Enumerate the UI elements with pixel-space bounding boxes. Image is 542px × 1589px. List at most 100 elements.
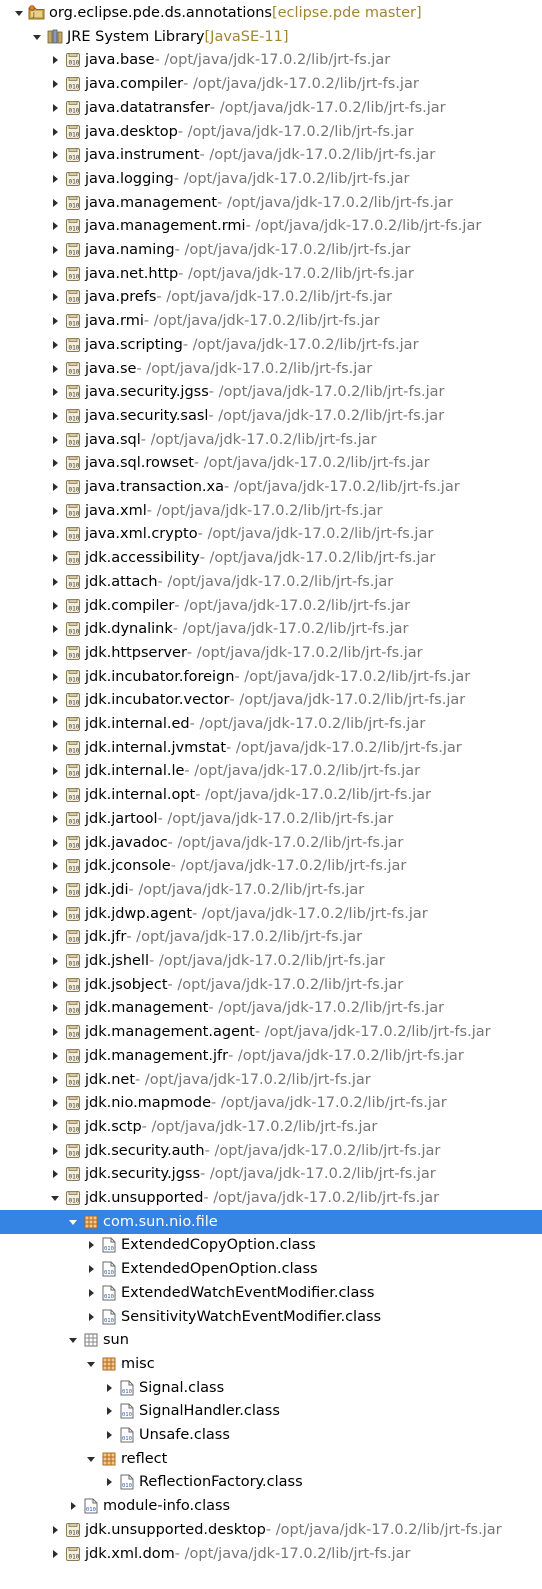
collapsed-twisty-icon[interactable] (49, 783, 61, 807)
collapsed-twisty-icon[interactable] (49, 1139, 61, 1163)
tree-node-java-instrument[interactable]: 010 java.instrument - /opt/java/jdk-17.0.… (0, 143, 542, 167)
collapsed-twisty-icon[interactable] (49, 878, 61, 902)
collapsed-twisty-icon[interactable] (49, 451, 61, 475)
tree-node-jdk-unsupported[interactable]: 010 jdk.unsupported - /opt/java/jdk-17.0.… (0, 1186, 542, 1210)
tree-node-jdk-internal-opt[interactable]: 010 jdk.internal.opt - /opt/java/jdk-17.0… (0, 783, 542, 807)
collapsed-twisty-icon[interactable] (49, 1542, 61, 1566)
collapsed-twisty-icon[interactable] (49, 831, 61, 855)
tree-node-jdk-unsupported-desktop[interactable]: 010 jdk.unsupported.desktop - /opt/java/j… (0, 1518, 542, 1542)
collapsed-twisty-icon[interactable] (49, 712, 61, 736)
tree-node-jdk-xml-dom[interactable]: 010 jdk.xml.dom - /opt/java/jdk-17.0.2/li… (0, 1542, 542, 1566)
collapsed-twisty-icon[interactable] (49, 1518, 61, 1542)
tree-node-java-datatransfer[interactable]: 010 java.datatransfer - /opt/java/jdk-17.… (0, 96, 542, 120)
collapsed-twisty-icon[interactable] (49, 1115, 61, 1139)
collapsed-twisty-icon[interactable] (103, 1423, 115, 1447)
tree-node-java-logging[interactable]: 010 java.logging - /opt/java/jdk-17.0.2/l… (0, 167, 542, 191)
collapsed-twisty-icon[interactable] (49, 167, 61, 191)
collapsed-twisty-icon[interactable] (49, 143, 61, 167)
collapsed-twisty-icon[interactable] (49, 759, 61, 783)
tree-node-java-desktop[interactable]: 010 java.desktop - /opt/java/jdk-17.0.2/l… (0, 120, 542, 144)
collapsed-twisty-icon[interactable] (85, 1281, 97, 1305)
tree-node-misc[interactable]: misc (0, 1352, 542, 1376)
collapsed-twisty-icon[interactable] (49, 570, 61, 594)
tree-node-java-sql-rowset[interactable]: 010 java.sql.rowset - /opt/java/jdk-17.0.… (0, 451, 542, 475)
tree-node-extendedopenoption-class[interactable]: 010 ExtendedOpenOption.class (0, 1257, 542, 1281)
collapsed-twisty-icon[interactable] (49, 854, 61, 878)
tree-node-jdk-attach[interactable]: 010 jdk.attach - /opt/java/jdk-17.0.2/lib… (0, 570, 542, 594)
tree-node-java-rmi[interactable]: 010 java.rmi - /opt/java/jdk-17.0.2/lib/j… (0, 309, 542, 333)
tree-node-sun[interactable]: sun (0, 1328, 542, 1352)
expanded-twisty-icon[interactable] (13, 1, 25, 25)
tree-node-jdk-internal-le[interactable]: 010 jdk.internal.le - /opt/java/jdk-17.0.… (0, 759, 542, 783)
tree-node-java-naming[interactable]: 010 java.naming - /opt/java/jdk-17.0.2/li… (0, 238, 542, 262)
collapsed-twisty-icon[interactable] (49, 1044, 61, 1068)
tree-node-jdk-httpserver[interactable]: 010 jdk.httpserver - /opt/java/jdk-17.0.2… (0, 641, 542, 665)
tree-node-java-xml[interactable]: 010 java.xml - /opt/java/jdk-17.0.2/lib/j… (0, 499, 542, 523)
tree-node-jdk-management-jfr[interactable]: 010 jdk.management.jfr - /opt/java/jdk-17… (0, 1044, 542, 1068)
collapsed-twisty-icon[interactable] (49, 688, 61, 712)
tree-node-java-transaction-xa[interactable]: 010 java.transaction.xa - /opt/java/jdk-1… (0, 475, 542, 499)
collapsed-twisty-icon[interactable] (49, 1068, 61, 1092)
tree-node-module-info-class[interactable]: 010 module-info.class (0, 1494, 542, 1518)
collapsed-twisty-icon[interactable] (49, 499, 61, 523)
tree-node-java-se[interactable]: 010 java.se - /opt/java/jdk-17.0.2/lib/jr… (0, 357, 542, 381)
tree-node-jdk-management[interactable]: 010 jdk.management - /opt/java/jdk-17.0.2… (0, 996, 542, 1020)
tree-node-org-eclipse-pde-ds-annotations[interactable]: Jorg.eclipse.pde.ds.annotations [eclipse… (0, 1, 542, 25)
collapsed-twisty-icon[interactable] (85, 1305, 97, 1329)
collapsed-twisty-icon[interactable] (49, 1091, 61, 1115)
tree-node-jdk-security-jgss[interactable]: 010 jdk.security.jgss - /opt/java/jdk-17.… (0, 1162, 542, 1186)
tree-node-jdk-accessibility[interactable]: 010 jdk.accessibility - /opt/java/jdk-17.… (0, 546, 542, 570)
collapsed-twisty-icon[interactable] (49, 214, 61, 238)
tree-node-java-net-http[interactable]: 010 java.net.http - /opt/java/jdk-17.0.2/… (0, 262, 542, 286)
collapsed-twisty-icon[interactable] (103, 1470, 115, 1494)
tree-node-reflectionfactory-class[interactable]: 010 ReflectionFactory.class (0, 1470, 542, 1494)
tree-node-jdk-jshell[interactable]: 010 jdk.jshell - /opt/java/jdk-17.0.2/lib… (0, 949, 542, 973)
tree-node-jdk-jfr[interactable]: 010 jdk.jfr - /opt/java/jdk-17.0.2/lib/jr… (0, 925, 542, 949)
tree-node-jdk-jconsole[interactable]: 010 jdk.jconsole - /opt/java/jdk-17.0.2/l… (0, 854, 542, 878)
collapsed-twisty-icon[interactable] (49, 380, 61, 404)
collapsed-twisty-icon[interactable] (49, 546, 61, 570)
tree-node-java-prefs[interactable]: 010 java.prefs - /opt/java/jdk-17.0.2/lib… (0, 285, 542, 309)
tree-node-java-sql[interactable]: 010 java.sql - /opt/java/jdk-17.0.2/lib/j… (0, 428, 542, 452)
collapsed-twisty-icon[interactable] (67, 1494, 79, 1518)
tree-node-jdk-dynalink[interactable]: 010 jdk.dynalink - /opt/java/jdk-17.0.2/l… (0, 617, 542, 641)
collapsed-twisty-icon[interactable] (49, 96, 61, 120)
tree-node-jdk-javadoc[interactable]: 010 jdk.javadoc - /opt/java/jdk-17.0.2/li… (0, 831, 542, 855)
collapsed-twisty-icon[interactable] (49, 333, 61, 357)
tree-node-java-xml-crypto[interactable]: 010 java.xml.crypto - /opt/java/jdk-17.0.… (0, 522, 542, 546)
collapsed-twisty-icon[interactable] (49, 807, 61, 831)
tree-node-signalhandler-class[interactable]: 010 SignalHandler.class (0, 1399, 542, 1423)
collapsed-twisty-icon[interactable] (85, 1257, 97, 1281)
tree-node-reflect[interactable]: reflect (0, 1447, 542, 1471)
tree-node-jdk-jdi[interactable]: 010 jdk.jdi - /opt/java/jdk-17.0.2/lib/jr… (0, 878, 542, 902)
tree-node-jdk-security-auth[interactable]: 010 jdk.security.auth - /opt/java/jdk-17.… (0, 1139, 542, 1163)
collapsed-twisty-icon[interactable] (49, 48, 61, 72)
tree-node-java-management[interactable]: 010 java.management - /opt/java/jdk-17.0.… (0, 191, 542, 215)
collapsed-twisty-icon[interactable] (49, 191, 61, 215)
collapsed-twisty-icon[interactable] (103, 1399, 115, 1423)
collapsed-twisty-icon[interactable] (49, 996, 61, 1020)
tree-node-java-scripting[interactable]: 010 java.scripting - /opt/java/jdk-17.0.2… (0, 333, 542, 357)
collapsed-twisty-icon[interactable] (49, 285, 61, 309)
tree-node-java-compiler[interactable]: 010 java.compiler - /opt/java/jdk-17.0.2/… (0, 72, 542, 96)
collapsed-twisty-icon[interactable] (49, 1020, 61, 1044)
tree-node-jdk-net[interactable]: 010 jdk.net - /opt/java/jdk-17.0.2/lib/jr… (0, 1068, 542, 1092)
tree-node-jdk-incubator-foreign[interactable]: 010 jdk.incubator.foreign - /opt/java/jdk… (0, 665, 542, 689)
tree-node-jdk-jsobject[interactable]: 010 jdk.jsobject - /opt/java/jdk-17.0.2/l… (0, 973, 542, 997)
collapsed-twisty-icon[interactable] (85, 1233, 97, 1257)
expanded-twisty-icon[interactable] (31, 25, 43, 49)
tree-node-java-security-jgss[interactable]: 010 java.security.jgss - /opt/java/jdk-17… (0, 380, 542, 404)
tree-node-extendedcopyoption-class[interactable]: 010 ExtendedCopyOption.class (0, 1233, 542, 1257)
tree-node-jdk-incubator-vector[interactable]: 010 jdk.incubator.vector - /opt/java/jdk-… (0, 688, 542, 712)
tree-node-jdk-nio-mapmode[interactable]: 010 jdk.nio.mapmode - /opt/java/jdk-17.0.… (0, 1091, 542, 1115)
tree-node-java-base[interactable]: 010 java.base - /opt/java/jdk-17.0.2/lib/… (0, 48, 542, 72)
tree-node-jdk-compiler[interactable]: 010 jdk.compiler - /opt/java/jdk-17.0.2/l… (0, 594, 542, 618)
expanded-twisty-icon[interactable] (49, 1186, 61, 1210)
expanded-twisty-icon[interactable] (67, 1328, 79, 1352)
collapsed-twisty-icon[interactable] (49, 309, 61, 333)
collapsed-twisty-icon[interactable] (49, 72, 61, 96)
tree-node-signal-class[interactable]: 010 Signal.class (0, 1376, 542, 1400)
collapsed-twisty-icon[interactable] (49, 238, 61, 262)
collapsed-twisty-icon[interactable] (49, 357, 61, 381)
collapsed-twisty-icon[interactable] (49, 262, 61, 286)
